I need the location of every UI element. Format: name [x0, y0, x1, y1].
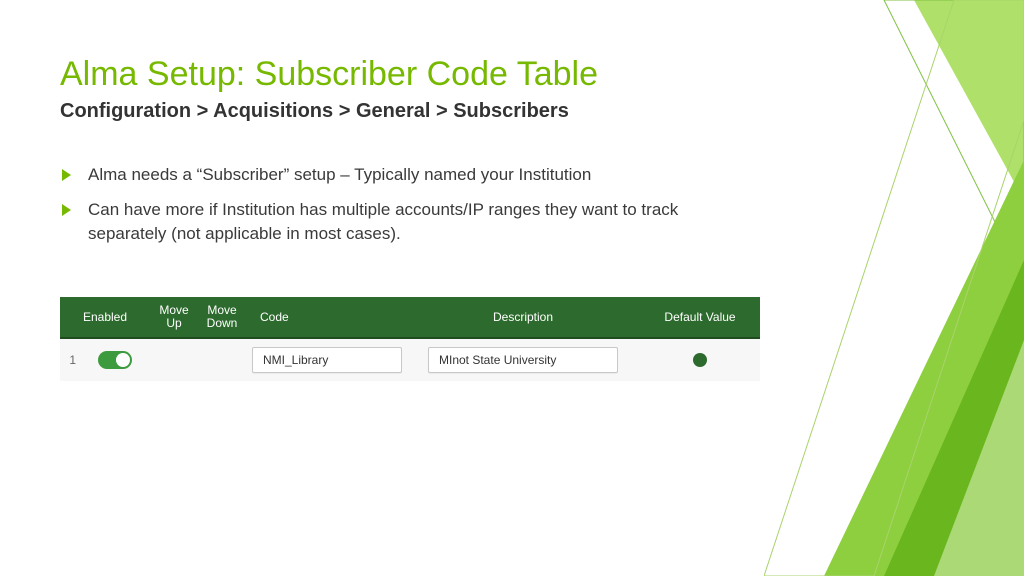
breadcrumb: Configuration > Acquisitions > General >… — [60, 100, 764, 123]
decorative-background — [764, 0, 1024, 576]
enabled-toggle[interactable] — [98, 351, 132, 369]
slide-title: Alma Setup: Subscriber Code Table — [60, 55, 764, 94]
table-header-row: Enabled Move Up Move Down Code Descripti… — [60, 297, 760, 339]
code-input[interactable]: NMI_Library — [252, 347, 402, 373]
col-description: Description — [406, 306, 640, 328]
col-move-up: Move Up — [150, 300, 198, 334]
col-enabled: Enabled — [60, 306, 150, 328]
col-move-down: Move Down — [198, 300, 246, 334]
row-number: 1 — [60, 353, 80, 367]
bullet-item: Can have more if Institution has multipl… — [60, 198, 700, 247]
default-value-indicator[interactable] — [693, 353, 707, 367]
bullet-item: Alma needs a “Subscriber” setup – Typica… — [60, 163, 700, 188]
subscriber-table: Enabled Move Up Move Down Code Descripti… — [60, 297, 760, 381]
col-default-value: Default Value — [640, 306, 760, 328]
table-row: 1 NMI_Library MInot State University — [60, 339, 760, 381]
bullet-list: Alma needs a “Subscriber” setup – Typica… — [60, 163, 764, 247]
description-input[interactable]: MInot State University — [428, 347, 618, 373]
col-code: Code — [246, 306, 406, 328]
